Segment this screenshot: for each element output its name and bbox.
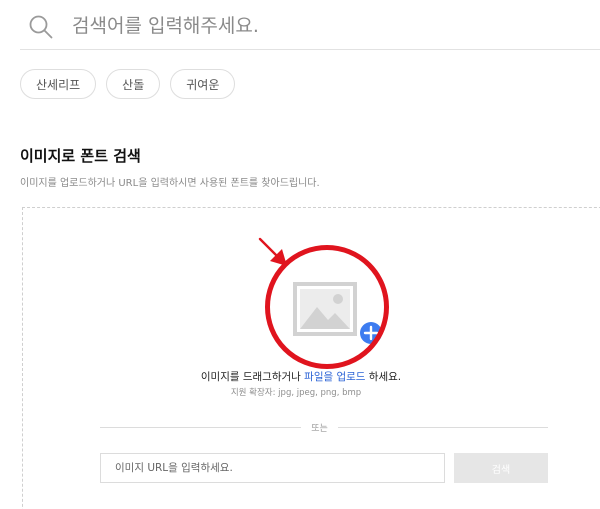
search-input[interactable]	[72, 7, 592, 45]
drop-instruction: 이미지를 드래그하거나 파일을 업로드 하세요.	[23, 369, 579, 384]
tag-chip-list: 산세리프 산돌 귀여운	[20, 69, 236, 99]
image-url-input[interactable]	[100, 453, 445, 483]
section-title: 이미지로 폰트 검색	[20, 147, 141, 165]
tag-chip-sandoll[interactable]: 산돌	[106, 69, 161, 99]
supported-formats: 지원 확장자: jpg, jpeg, png, bmp	[230, 388, 362, 398]
url-search-button[interactable]: 검색	[454, 453, 548, 483]
tag-chip-sans-serif[interactable]: 산세리프	[20, 69, 97, 99]
image-dropzone[interactable]: 이미지를 드래그하거나 파일을 업로드 하세요. 지원 확장자: jpg, jp…	[22, 207, 600, 509]
drop-text-prefix: 이미지를 드래그하거나	[200, 371, 305, 383]
or-label: 또는	[311, 424, 328, 434]
divider-left	[100, 427, 301, 428]
file-upload-link[interactable]: 파일을 업로드	[304, 371, 365, 383]
section-description: 이미지를 업로드하거나 URL을 입력하시면 사용된 폰트를 찾아드립니다.	[20, 178, 320, 189]
divider-right	[338, 427, 548, 428]
tag-chip-cute[interactable]: 귀여운	[170, 69, 236, 99]
highlight-circle	[265, 245, 389, 369]
search-bar	[20, 0, 600, 50]
search-icon[interactable]	[28, 14, 54, 40]
drop-text-suffix: 하세요.	[365, 371, 402, 383]
